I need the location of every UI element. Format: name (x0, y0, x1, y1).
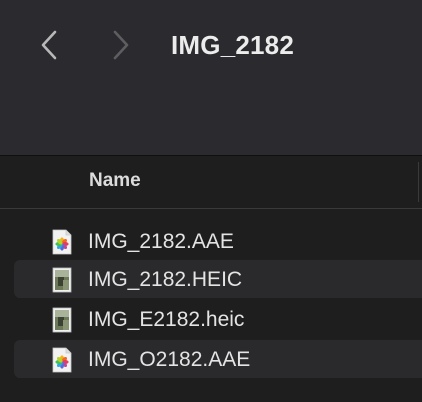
list-header: Name (0, 156, 422, 209)
image-thumbnail-icon (52, 307, 72, 333)
window-title: IMG_2182 (171, 30, 295, 60)
file-name: IMG_2182.HEIC (88, 268, 243, 291)
image-thumbnail-icon (52, 267, 72, 293)
toolbar: IMG_2182 (0, 0, 422, 156)
file-row[interactable]: IMG_2182.HEIC (14, 260, 422, 298)
photos-document-icon (52, 229, 72, 255)
file-name: IMG_O2182.AAE (88, 348, 251, 371)
file-name: IMG_E2182.heic (88, 308, 245, 331)
file-row[interactable]: IMG_E2182.heic (0, 300, 422, 338)
photos-document-icon (52, 347, 72, 373)
file-row[interactable]: IMG_O2182.AAE (14, 340, 422, 378)
chevron-right-icon (113, 30, 129, 60)
name-column-header[interactable]: Name (89, 170, 141, 192)
back-button[interactable] (32, 26, 66, 64)
forward-button[interactable] (104, 26, 138, 64)
column-divider[interactable] (418, 162, 419, 202)
chevron-left-icon (41, 30, 57, 60)
file-row[interactable]: IMG_2182.AAE (0, 222, 422, 260)
file-name: IMG_2182.AAE (88, 230, 234, 253)
finder-window: IMG_2182 Name IMG_2182.AAE IMG_2182.HEIC… (0, 0, 422, 402)
file-list: Name IMG_2182.AAE IMG_2182.HEIC IMG_E218… (0, 156, 422, 402)
